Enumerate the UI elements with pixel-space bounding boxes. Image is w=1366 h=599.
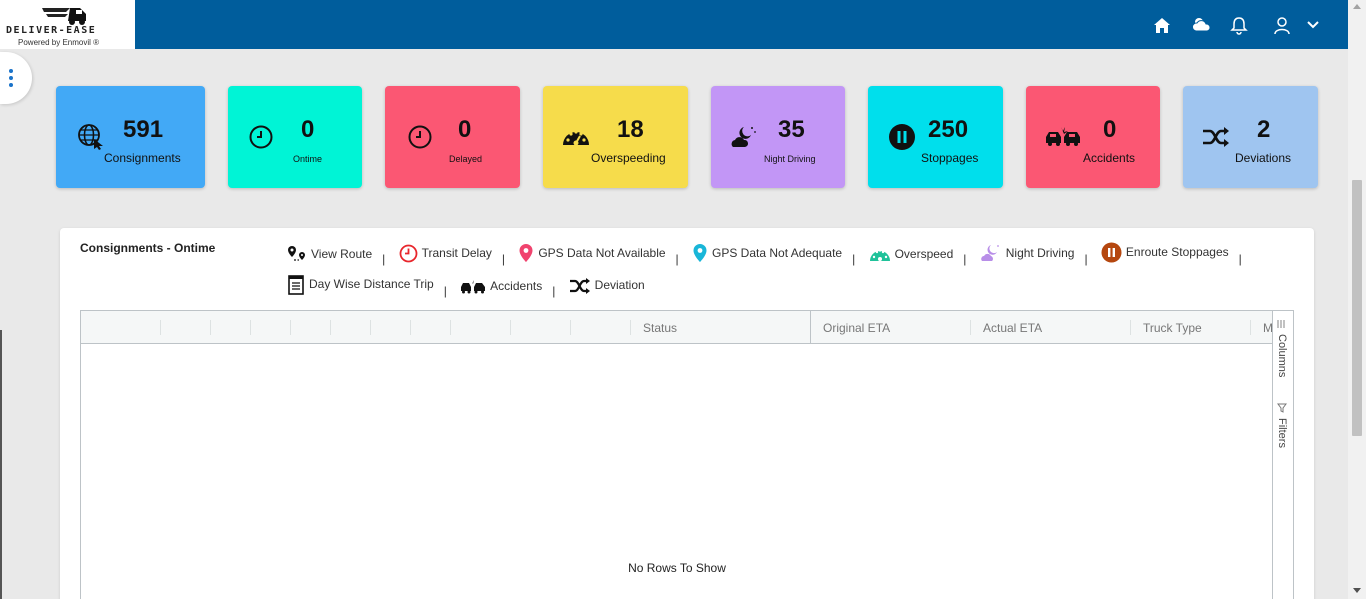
grid-tool-panel: Columns Filters — [1272, 311, 1293, 599]
card-value: 0 — [1103, 116, 1117, 143]
accident-icon — [1044, 122, 1082, 152]
clock-icon — [246, 122, 276, 152]
column-header-truncated[interactable]: M — [1251, 311, 1273, 343]
powered-by: Powered by Enmovil ® — [18, 38, 100, 47]
column-header-truck-type[interactable]: Truck Type — [1131, 311, 1251, 343]
chevron-down-icon[interactable] — [1302, 14, 1324, 36]
legend: View Route | Transit Delay | GPS Data No… — [287, 240, 1307, 304]
panel-title: Consignments - Ontime — [80, 241, 216, 255]
brand-name: DELIVER-EASE — [6, 25, 97, 36]
filters-label: Filters — [1276, 418, 1288, 448]
legend-view-route: View Route — [287, 242, 372, 267]
card-overspeeding[interactable]: 18 Overspeeding — [543, 86, 688, 188]
card-label: Ontime — [293, 154, 323, 164]
page-scrollbar[interactable] — [1348, 0, 1366, 599]
no-rows-message: No Rows To Show — [628, 561, 726, 575]
speedometer-icon — [869, 249, 890, 261]
accident-icon — [461, 279, 486, 293]
data-grid: Status Original ETA Actual ETA Truck Typ… — [80, 310, 1294, 599]
clock-icon — [405, 122, 435, 152]
card-accidents[interactable]: 0 Accidents — [1026, 86, 1160, 188]
card-label: Delayed — [449, 154, 483, 164]
column-header-status[interactable]: Status — [631, 311, 811, 343]
card-ontime[interactable]: 0 Ontime — [228, 86, 362, 188]
card-value: 0 — [458, 116, 472, 143]
legend-label: Enroute Stoppages — [1125, 245, 1229, 259]
globe-click-icon — [76, 122, 106, 152]
top-navbar: DELIVER-EASE Powered by Enmovil ® — [0, 0, 1348, 49]
user-icon[interactable] — [1271, 14, 1293, 36]
pause-icon — [887, 122, 917, 152]
legend-label: Night Driving — [1005, 245, 1075, 260]
legend-overspeed: Overspeed — [869, 242, 954, 267]
truck-logo-icon — [42, 8, 86, 25]
card-stoppages[interactable]: 250 Stoppages — [868, 86, 1003, 188]
scrollbar-thumb[interactable] — [1352, 180, 1362, 436]
pause-icon — [1101, 242, 1122, 263]
card-label: Accidents — [1083, 151, 1136, 165]
column-header-original-eta[interactable]: Original ETA — [811, 311, 971, 343]
transit-delay-icon — [399, 244, 418, 263]
legend-label: View Route — [311, 246, 373, 261]
filter-icon — [1277, 403, 1287, 413]
weather-icon[interactable] — [1191, 14, 1213, 36]
route-icon — [288, 246, 305, 261]
legend-gps-not-available: GPS Data Not Available — [518, 241, 666, 266]
legend-gps-not-adequate: GPS Data Not Adequate — [692, 241, 842, 266]
legend-enroute-stoppages: Enroute Stoppages — [1101, 240, 1229, 265]
sidebar-toggle[interactable] — [0, 52, 32, 104]
column-header-actual-eta[interactable]: Actual ETA — [971, 311, 1131, 343]
scroll-down-arrow-icon[interactable] — [1353, 588, 1361, 593]
left-divider — [0, 330, 2, 599]
card-consignments[interactable]: 591 Consignments — [56, 86, 205, 188]
card-value: 2 — [1257, 116, 1271, 143]
filters-panel-button[interactable]: Filters — [1276, 403, 1288, 448]
consignments-panel: Consignments - Ontime View Route | Trans… — [60, 228, 1314, 599]
legend-accidents: Accidents — [460, 274, 542, 299]
card-value: 18 — [617, 116, 644, 143]
card-night-driving[interactable]: 35 Night Driving — [711, 86, 845, 188]
legend-deviation: Deviation — [569, 273, 645, 298]
columns-icon — [1277, 320, 1285, 328]
card-value: 250 — [928, 116, 969, 143]
card-label: Overspeeding — [591, 151, 666, 165]
more-vertical-icon — [9, 69, 13, 87]
legend-label: GPS Data Not Adequate — [712, 245, 843, 260]
map-pin-icon — [519, 244, 533, 262]
shuffle-icon — [569, 277, 590, 294]
card-label: Consignments — [104, 151, 181, 165]
brand-logo[interactable]: DELIVER-EASE Powered by Enmovil ® — [0, 0, 135, 49]
legend-label: Deviation — [594, 278, 645, 292]
card-value: 35 — [778, 116, 805, 143]
legend-transit-delay: Transit Delay — [399, 241, 492, 266]
columns-label: Columns — [1276, 334, 1288, 378]
card-value: 0 — [301, 116, 315, 143]
legend-label: Transit Delay — [421, 246, 492, 260]
grid-header: Status Original ETA Actual ETA Truck Typ… — [81, 311, 1273, 344]
legend-label: Accidents — [490, 279, 543, 293]
card-label: Stoppages — [921, 151, 979, 165]
legend-day-wise-distance: Day Wise Distance Trip — [287, 272, 434, 297]
card-deviations[interactable]: 2 Deviations — [1183, 86, 1318, 188]
bell-icon[interactable] — [1228, 14, 1250, 36]
card-value: 591 — [123, 116, 164, 143]
scroll-up-arrow-icon[interactable] — [1353, 4, 1361, 9]
night-icon — [980, 245, 999, 261]
card-delayed[interactable]: 0 Delayed — [385, 86, 520, 188]
map-pin-icon — [693, 244, 707, 262]
legend-night-driving: Night Driving — [980, 241, 1075, 266]
speedometer-icon — [561, 122, 591, 152]
legend-label: Day Wise Distance Trip — [309, 277, 434, 291]
shuffle-icon — [1201, 122, 1231, 152]
home-icon[interactable] — [1151, 14, 1173, 36]
night-icon — [729, 122, 759, 152]
card-label: Deviations — [1235, 151, 1292, 165]
legend-label: GPS Data Not Available — [538, 245, 666, 260]
columns-panel-button[interactable]: Columns — [1276, 319, 1288, 377]
legend-label: Overspeed — [894, 246, 954, 261]
document-icon — [288, 274, 304, 295]
card-label: Night Driving — [764, 154, 816, 164]
